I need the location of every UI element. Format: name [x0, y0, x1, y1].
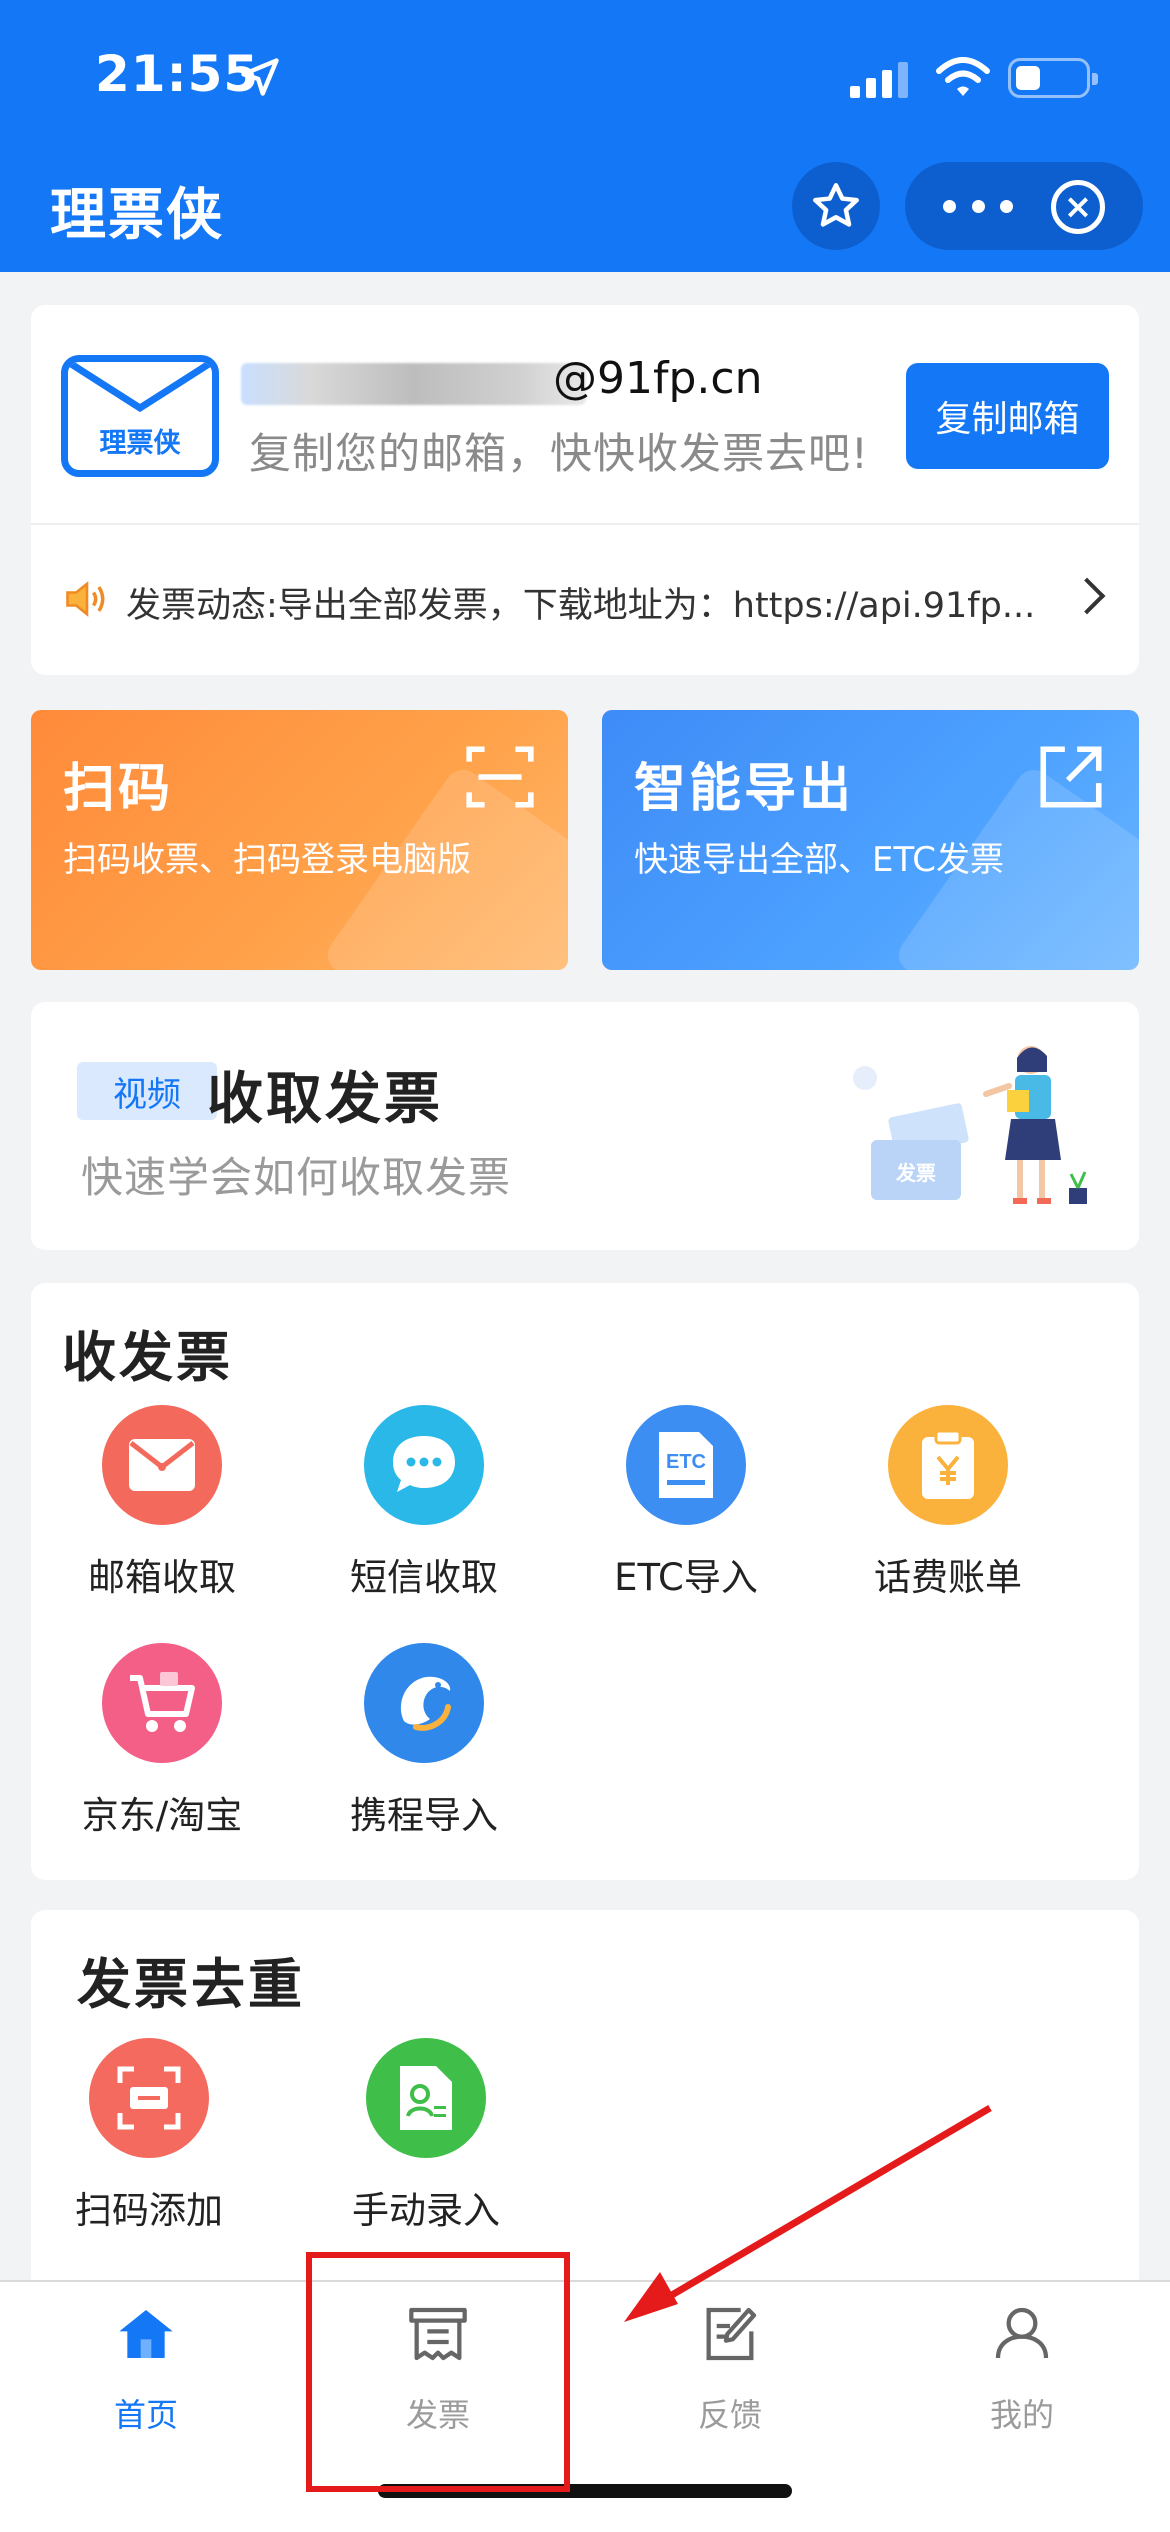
export-tile-subtitle: 快速导出全部、ETC发票	[634, 840, 1004, 880]
favorite-button[interactable]	[792, 162, 880, 250]
grid-item-label: 携程导入	[350, 1794, 498, 1837]
more-options-button[interactable]	[943, 192, 1013, 220]
scan-tile[interactable]: 扫码 扫码收票、扫码登录电脑版	[31, 710, 568, 970]
bill-icon	[888, 1405, 1008, 1525]
logo-text: 理票侠	[99, 428, 181, 459]
home-icon	[119, 2310, 173, 2358]
smart-export-tile[interactable]: 智能导出 快速导出全部、ETC发票	[602, 710, 1139, 970]
etc-icon: ETC	[626, 1405, 746, 1525]
export-tile-title: 智能导出	[634, 759, 855, 819]
export-icon	[1040, 746, 1102, 808]
copy-email-button[interactable]: 复制邮箱	[906, 363, 1109, 469]
video-subtitle: 快速学会如何收取发票	[81, 1153, 512, 1202]
cart-icon	[102, 1643, 222, 1763]
mail-icon	[102, 1405, 222, 1525]
manual-entry-icon	[366, 2038, 486, 2158]
close-miniapp-button[interactable]: ×	[1051, 180, 1105, 234]
divider	[31, 523, 1139, 525]
scan-add-button[interactable]: 扫码添加	[18, 2038, 280, 2268]
sms-receive-button[interactable]: 短信收取	[293, 1405, 555, 1635]
tab-label: 我的	[989, 2396, 1054, 2434]
grid-item-label: 话费账单	[874, 1556, 1022, 1599]
invoice-news[interactable]: 发票动态:导出全部发票，下载地址为：https://api.91fp...	[126, 577, 1071, 628]
tab-profile[interactable]: 我的	[876, 2282, 1168, 2452]
section-title: 收发票	[62, 1326, 233, 1389]
jd-taobao-button[interactable]: 京东/淘宝	[31, 1643, 293, 1873]
etc-import-button[interactable]: ETC ETC导入	[555, 1405, 817, 1635]
close-icon: ×	[1063, 187, 1093, 227]
status-time: 21:55	[95, 45, 260, 103]
location-arrow-icon	[241, 58, 279, 96]
tab-label: 反馈	[697, 2396, 762, 2434]
phone-bill-button[interactable]: 话费账单	[817, 1405, 1079, 1635]
scan-add-icon	[89, 2038, 209, 2158]
scan-frame-icon	[466, 746, 534, 808]
email-address: @91fp.cn	[553, 353, 763, 404]
wifi-icon	[936, 57, 990, 96]
grid-item-label: 短信收取	[350, 1556, 498, 1599]
video-title: 收取发票	[207, 1067, 443, 1132]
app-header: 21:55 理票侠 ×	[0, 0, 1170, 272]
email-redacted	[241, 363, 586, 405]
scan-tile-title: 扫码	[63, 759, 174, 819]
star-icon	[813, 183, 859, 227]
cellular-signal-icon	[850, 62, 908, 98]
feedback-icon	[706, 2307, 757, 2361]
etc-icon-text: ETC	[666, 1451, 706, 1473]
receive-invoice-illustration: 发票	[853, 1046, 1087, 1204]
grid-item-label: ETC导入	[614, 1556, 758, 1599]
battery-icon	[1008, 58, 1098, 98]
email-receive-button[interactable]: 邮箱收取	[31, 1405, 293, 1635]
section-title: 发票去重	[77, 1953, 305, 2016]
miniapp-capsule: ×	[905, 162, 1143, 250]
profile-icon	[995, 2307, 1049, 2359]
app-title: 理票侠	[50, 183, 224, 248]
grid-item-label: 手动录入	[352, 2189, 500, 2232]
video-tag: 视频	[77, 1062, 217, 1120]
email-hint: 复制您的邮箱，快快收发票去吧!	[249, 429, 869, 478]
illustration-invoice-text: 发票	[895, 1161, 936, 1185]
chevron-right-icon[interactable]	[1068, 577, 1106, 615]
speaker-icon	[66, 581, 105, 617]
tab-label: 首页	[113, 2396, 178, 2434]
email-card: 理票侠 @91fp.cn 复制您的邮箱，快快收发票去吧! 复制邮箱 发票动态:导…	[31, 305, 1139, 675]
video-tutorial-card[interactable]: 视频 收取发票 快速学会如何收取发票 发票	[31, 1002, 1139, 1250]
invoice-dedupe-section: 发票去重 扫码添加 手动录入	[31, 1910, 1139, 2290]
annotation-highlight-box	[306, 2252, 570, 2492]
grid-item-label: 扫码添加	[75, 2189, 223, 2232]
tab-feedback[interactable]: 反馈	[584, 2282, 876, 2452]
sms-icon	[364, 1405, 484, 1525]
receive-invoices-section: 收发票 邮箱收取 短信收取 ETC ETC导入 话费账单 京东/淘宝 携程导入	[31, 1283, 1139, 1880]
manual-entry-button[interactable]: 手动录入	[295, 2038, 557, 2268]
ctrip-import-button[interactable]: 携程导入	[293, 1643, 555, 1873]
grid-item-label: 邮箱收取	[88, 1556, 236, 1599]
ctrip-icon	[364, 1643, 484, 1763]
grid-item-label: 京东/淘宝	[81, 1794, 243, 1837]
scan-tile-subtitle: 扫码收票、扫码登录电脑版	[63, 840, 471, 880]
envelope-logo-icon: 理票侠	[61, 355, 219, 477]
tab-home[interactable]: 首页	[0, 2282, 292, 2452]
